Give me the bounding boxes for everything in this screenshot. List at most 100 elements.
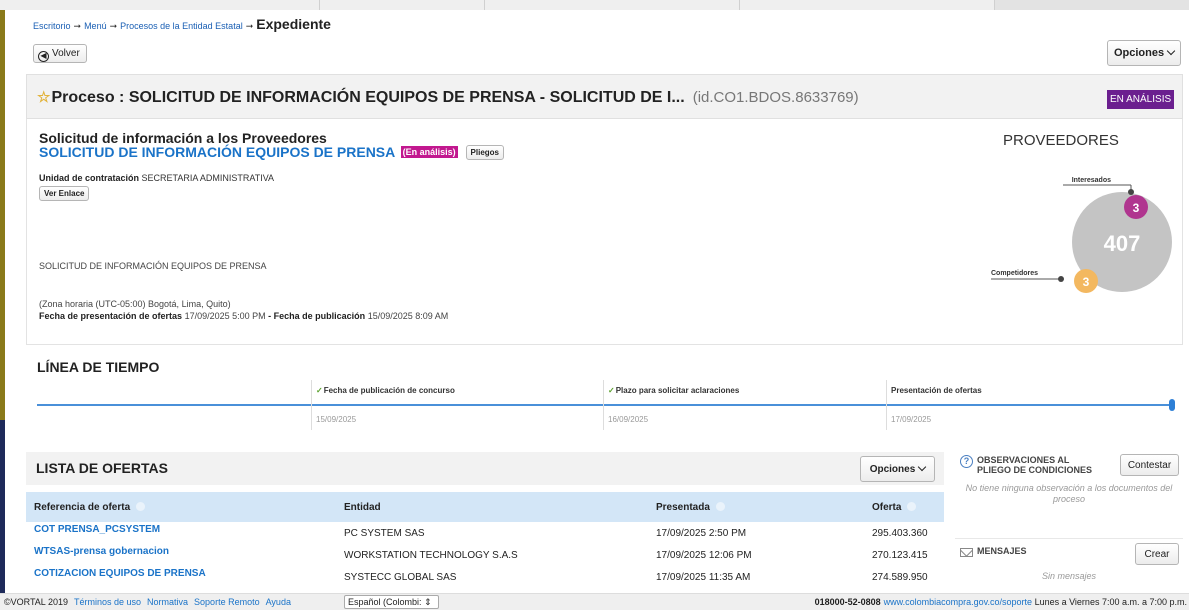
timeline-milestone: Presentación de ofertas 17/09/2025 (886, 380, 982, 430)
fecha-presentacion-label: Fecha de presentación de ofertas (39, 311, 183, 321)
process-title: ☆Proceso : SOLICITUD DE INFORMACIÓN EQUI… (37, 88, 859, 107)
opciones-label: Opciones (1113, 47, 1165, 59)
star-icon[interactable]: ☆ (37, 89, 50, 106)
support-hours: Lunes a Viernes 7:00 a.m. a 7:00 p.m. (1034, 597, 1187, 607)
contestar-button[interactable]: Contestar (1120, 454, 1179, 476)
proveedores-title: PROVEEDORES (1003, 132, 1119, 149)
chevron-down-icon (918, 462, 927, 472)
dates-separator: - (268, 311, 272, 321)
oferta-valor: 274.589.950 (872, 571, 928, 583)
breadcrumb-arrow-icon: ➞ (245, 21, 254, 31)
copyright: ©VORTAL 2019 (4, 597, 68, 607)
fecha-presentacion-value: 17/09/2025 5:00 PM (184, 311, 266, 321)
milestone-date: 15/09/2025 (316, 415, 357, 424)
table-row: WTSAS-prensa gobernacion WORKSTATION TEC… (26, 544, 944, 566)
competidores-count: 3 (1083, 275, 1090, 289)
sort-icon[interactable] (136, 501, 146, 511)
chevron-down-icon (1166, 46, 1176, 56)
lista-ofertas-title: LISTA DE OFERTAS (36, 460, 168, 476)
opciones-ofertas-button[interactable]: Opciones (860, 456, 935, 482)
language-select[interactable]: Español (Colombi: ⇕ (344, 595, 439, 609)
timezone-note: (Zona horaria (UTC-05:00) Bogotá, Lima, … (39, 299, 231, 309)
detail-subtitle-text: SOLICITUD DE INFORMACIÓN EQUIPOS DE PREN… (39, 144, 395, 160)
milestone-label-text: Plazo para solicitar aclaraciones (615, 386, 740, 395)
interesados-label: Interesados (1072, 177, 1111, 184)
volver-label: Volver (52, 48, 80, 59)
footer-link-soporte-remoto[interactable]: Soporte Remoto (194, 597, 260, 607)
breadcrumb: Escritorio ➞ Menú ➞ Procesos de la Entidad E… (33, 16, 331, 32)
lista-ofertas-header: LISTA DE OFERTAS Opciones (26, 452, 944, 485)
process-id: (id.CO1.BDOS.8633769) (692, 89, 859, 106)
oferta-ref-link[interactable]: COT PRENSA_PCSYSTEM (26, 522, 336, 544)
process-title-text: Proceso : SOLICITUD DE INFORMACIÓN EQUIP… (51, 89, 685, 106)
help-icon[interactable]: ? (960, 455, 973, 468)
oferta-presentada: 17/09/2025 12:06 PM (656, 549, 752, 561)
breadcrumb-link-menu[interactable]: Menú (84, 21, 107, 31)
table-row: COTIZACION EQUIPOS DE PRENSA SYSTECC GLO… (26, 566, 944, 588)
pliegos-button[interactable]: Pliegos (465, 145, 504, 160)
sort-icon[interactable] (907, 501, 917, 511)
observaciones-empty: No tiene ninguna observación a los docum… (965, 483, 1173, 504)
oferta-ref-link[interactable]: COTIZACION EQUIPOS DE PRENSA (26, 566, 336, 588)
oferta-valor: 295.403.360 (872, 527, 928, 539)
footer-right: 018000-52-0808 www.colombiacompra.gov.co/… (815, 597, 1187, 607)
ofertas-table: Referencia de oferta Entidad Presentada … (26, 492, 944, 588)
timeline-milestone: ✓Plazo para solicitar aclaraciones 16/09… (603, 380, 739, 430)
status-badge: EN ANÁLISIS (1107, 90, 1175, 109)
top-strip-segment (740, 0, 995, 10)
breadcrumb-arrow-icon: ➞ (73, 21, 82, 31)
opciones-top-button[interactable]: Opciones (1107, 40, 1181, 66)
check-icon: ✓ (316, 386, 323, 395)
footer-link-normativa[interactable]: Normativa (147, 597, 188, 607)
column-header-text: Entidad (344, 501, 381, 513)
footer-link-terminos[interactable]: Términos de uso (74, 597, 141, 607)
milestone-label: ✓Fecha de publicación de concurso (316, 386, 455, 395)
milestone-label: Presentación de ofertas (891, 386, 982, 395)
observaciones-panel: ? OBSERVACIONES AL PLIEGO DE CONDICIONES… (955, 449, 1183, 531)
breadcrumb-link-procesos[interactable]: Procesos de la Entidad Estatal (120, 21, 243, 31)
sort-icon[interactable] (715, 501, 725, 511)
fecha-publicacion-value: 15/09/2025 8:09 AM (367, 311, 449, 321)
footer-left: ©VORTAL 2019 Términos de uso Normativa Sopo… (4, 597, 291, 607)
competidores-label: Competidores (991, 270, 1038, 277)
fecha-publicacion-label: Fecha de publicación (273, 311, 366, 321)
milestone-date: 17/09/2025 (891, 415, 932, 424)
crear-button[interactable]: Crear (1135, 543, 1179, 565)
select-arrows-icon: ⇕ (424, 597, 432, 607)
oferta-entidad: SYSTECC GLOBAL SAS (344, 571, 457, 583)
observaciones-title: OBSERVACIONES AL PLIEGO DE CONDICIONES (977, 455, 1093, 475)
process-dates: Fecha de presentación de ofertas 17/09/2… (39, 311, 448, 321)
column-header-oferta[interactable]: Oferta (864, 492, 944, 522)
support-link[interactable]: www.colombiacompra.gov.co/soporte (884, 597, 1032, 607)
column-header-presentada[interactable]: Presentada (648, 492, 864, 522)
volver-button[interactable]: ◀ Volver (33, 44, 87, 63)
proveedores-bubble-chart: 407 Interesados 3 Competidores 3 (991, 177, 1172, 293)
unidad-contratacion: Unidad de contratación SECRETARIA ADMINI… (39, 173, 274, 183)
oferta-valor: 270.123.415 (872, 549, 928, 561)
milestone-label-text: Fecha de publicación de concurso (323, 386, 455, 395)
check-icon: ✓ (608, 386, 615, 395)
unidad-value: SECRETARIA ADMINISTRATIVA (141, 173, 275, 183)
breadcrumb-current: Expediente (256, 16, 331, 32)
footer-link-ayuda[interactable]: Ayuda (266, 597, 291, 607)
oferta-entidad: PC SYSTEM SAS (344, 527, 425, 539)
timeline-milestone: ✓Fecha de publicación de concurso 15/09/… (311, 380, 455, 430)
process-description: SOLICITUD DE INFORMACIÓN EQUIPOS DE PREN… (39, 261, 267, 271)
column-header-referencia[interactable]: Referencia de oferta (26, 492, 336, 522)
footer: ©VORTAL 2019 Términos de uso Normativa Sopo… (0, 593, 1189, 610)
left-accent-bar-lower (0, 420, 5, 595)
envelope-icon (960, 548, 973, 557)
column-header-text: Presentada (656, 501, 710, 513)
oferta-ref-link[interactable]: WTSAS-prensa gobernacion (26, 544, 336, 566)
breadcrumb-arrow-icon: ➞ (109, 21, 118, 31)
mensajes-panel: MENSAJES Crear Sin mensajes (955, 538, 1183, 590)
ver-enlace-button[interactable]: Ver Enlace (39, 186, 90, 201)
top-strip-segment (0, 0, 320, 10)
timeline-end-marker (1169, 399, 1175, 411)
top-strip-segment (320, 0, 485, 10)
analysis-badge: (En análisis) (400, 146, 458, 158)
oferta-presentada: 17/09/2025 11:35 AM (656, 571, 751, 583)
breadcrumb-link-escritorio[interactable]: Escritorio (33, 21, 71, 31)
mensajes-empty: Sin mensajes (1041, 571, 1097, 581)
browser-top-strip (0, 0, 1189, 10)
